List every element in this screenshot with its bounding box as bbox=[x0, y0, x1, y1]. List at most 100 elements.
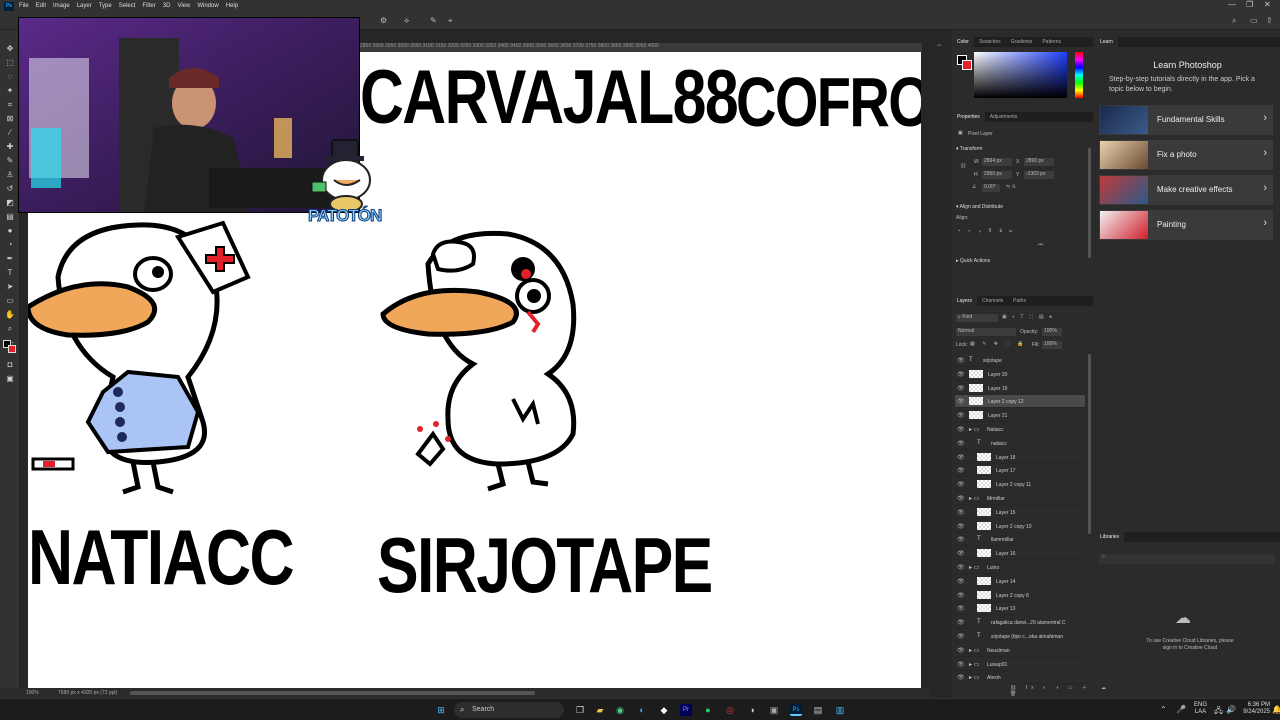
tray-chevron-icon[interactable]: ⌃ bbox=[1160, 705, 1167, 714]
maximize-button[interactable]: ❐ bbox=[1246, 0, 1253, 9]
visibility-eye-icon[interactable]: 👁 bbox=[957, 467, 965, 474]
fill-field[interactable]: 100% bbox=[1042, 341, 1062, 349]
app4-icon[interactable]: ▥ bbox=[834, 704, 846, 716]
brush-tool-icon[interactable]: ✎ bbox=[4, 156, 16, 166]
angle-field[interactable]: 0.00° bbox=[982, 184, 1000, 192]
opacity-field[interactable]: 100% bbox=[1042, 328, 1062, 336]
visibility-eye-icon[interactable]: 👁 bbox=[957, 661, 965, 668]
photoshop-taskbar-icon[interactable]: Ps bbox=[790, 704, 802, 716]
layer-row[interactable]: 👁 Trafagalica darwi...29 alamentral C bbox=[955, 616, 1085, 630]
visibility-eye-icon[interactable]: 👁 bbox=[957, 495, 965, 502]
healing-brush-tool-icon[interactable]: ✚ bbox=[4, 142, 16, 152]
tab-color[interactable]: Color bbox=[952, 37, 974, 47]
pen-tool-icon[interactable]: ✒ bbox=[4, 254, 16, 264]
eyedropper-tool-icon[interactable]: ⁄ bbox=[4, 128, 16, 138]
layer-row[interactable]: 👁 Layer 14 bbox=[955, 575, 1085, 588]
layer-row[interactable]: 👁 ▸ ▭ Alexin bbox=[955, 671, 1085, 685]
tab-swatches[interactable]: Swatches bbox=[974, 39, 1006, 45]
menu-layer[interactable]: Layer bbox=[77, 3, 92, 9]
file-explorer-icon[interactable]: ▰ bbox=[594, 704, 606, 716]
crop-tool-icon[interactable]: ⌗ bbox=[4, 100, 16, 110]
menu-window[interactable]: Window bbox=[197, 3, 218, 9]
layer-row[interactable]: 👁 ▸ ▭ Luisap91 bbox=[955, 658, 1085, 671]
layer-row[interactable]: 👁 Tnatiacc bbox=[955, 437, 1085, 450]
visibility-eye-icon[interactable]: 👁 bbox=[957, 509, 965, 516]
visibility-eye-icon[interactable]: 👁 bbox=[957, 550, 965, 557]
search-icon[interactable]: ⌕ bbox=[1232, 16, 1236, 26]
align-distribute-header[interactable]: ▾ Align and Distribute bbox=[956, 204, 1003, 210]
app-icon[interactable]: ◆ bbox=[658, 704, 670, 716]
quick-select-tool-icon[interactable]: ✦ bbox=[4, 86, 16, 96]
obs-icon[interactable]: ◎ bbox=[724, 704, 736, 716]
app3-icon[interactable]: ▤ bbox=[812, 704, 824, 716]
spotify-icon[interactable]: ● bbox=[702, 704, 714, 716]
steam-icon[interactable]: ◑ bbox=[746, 704, 758, 716]
hand-tool-icon[interactable]: ✋ bbox=[4, 310, 16, 320]
task-view-icon[interactable]: ❐ bbox=[574, 704, 586, 716]
chrome-icon[interactable]: ◉ bbox=[614, 704, 626, 716]
zoom-tool-icon[interactable]: ⌕ bbox=[4, 324, 16, 334]
x-field[interactable]: 2890 px bbox=[1024, 158, 1054, 166]
layer-filter-select[interactable]: ⌕ Kind bbox=[956, 314, 998, 322]
y-field[interactable]: -2303 px bbox=[1024, 171, 1054, 179]
color-background-swatch[interactable] bbox=[962, 60, 972, 70]
layer-row[interactable]: 👁 Layer 2 copy 11 bbox=[955, 478, 1085, 492]
document-size[interactable]: 7680 px x 4320 px (72 ppi) bbox=[58, 690, 117, 696]
edge-icon[interactable]: ◐ bbox=[636, 704, 648, 716]
learn-item-creative-effects[interactable]: Make creative effects › bbox=[1099, 175, 1273, 205]
learn-item-fix-a-photo[interactable]: Fix a photo › bbox=[1099, 140, 1273, 170]
menu-select[interactable]: Select bbox=[119, 3, 136, 9]
symmetry-icon[interactable]: ⟡ bbox=[404, 16, 409, 26]
height-field[interactable]: 2950 px bbox=[982, 171, 1012, 179]
layer-row[interactable]: 👁 Tsirjotape bbox=[955, 354, 1085, 367]
tab-properties[interactable]: Properties bbox=[952, 112, 985, 122]
taskbar-search-box[interactable]: ⌕ Search bbox=[454, 702, 564, 718]
folder-icon[interactable]: ▸ ▭ bbox=[969, 564, 979, 571]
layer-row[interactable]: 👁 Layer 20 bbox=[955, 368, 1085, 381]
screen-mode-icon[interactable]: ▣ bbox=[4, 374, 16, 384]
share-icon[interactable]: ⇪ bbox=[1266, 16, 1273, 25]
layer-row[interactable]: 👁 Layer 19 bbox=[955, 382, 1085, 395]
gear-icon[interactable]: ⚙ bbox=[380, 16, 387, 25]
minimize-button[interactable]: — bbox=[1228, 0, 1236, 9]
folder-icon[interactable]: ▸ ▭ bbox=[969, 426, 979, 433]
learn-item-fundamental-skills[interactable]: Fundamental Skills › bbox=[1099, 105, 1273, 135]
quick-mask-icon[interactable]: ◘ bbox=[4, 360, 16, 370]
clock[interactable]: 6:36 PM 9/24/2025 bbox=[1242, 702, 1270, 716]
visibility-eye-icon[interactable]: 👁 bbox=[957, 357, 965, 364]
frame-tool-icon[interactable]: ⊠ bbox=[4, 114, 16, 124]
visibility-eye-icon[interactable]: 👁 bbox=[957, 523, 965, 530]
eraser-tool-icon[interactable]: ◩ bbox=[4, 198, 16, 208]
folder-icon[interactable]: ▸ ▭ bbox=[969, 674, 979, 681]
background-color-swatch[interactable] bbox=[8, 345, 16, 353]
visibility-eye-icon[interactable]: 👁 bbox=[957, 371, 965, 378]
tab-libraries[interactable]: Libraries bbox=[1095, 532, 1125, 542]
pressure-icon[interactable]: ⌖ bbox=[448, 16, 453, 26]
visibility-eye-icon[interactable]: 👁 bbox=[957, 536, 965, 543]
menu-image[interactable]: Image bbox=[53, 3, 70, 9]
layer-row[interactable]: 👁 Layer 13 bbox=[955, 602, 1085, 616]
libraries-cloud-icon[interactable]: ☁ bbox=[1101, 685, 1106, 691]
layer-row[interactable]: 👁 ▸ ▭ Natiacc bbox=[955, 423, 1085, 436]
menu-filter[interactable]: Filter bbox=[142, 3, 155, 9]
tab-patterns[interactable]: Patterns bbox=[1037, 39, 1066, 45]
layer-row[interactable]: 👁 Tllamrmillar bbox=[955, 533, 1085, 547]
visibility-eye-icon[interactable]: 👁 bbox=[957, 633, 965, 640]
history-brush-tool-icon[interactable]: ↺ bbox=[4, 184, 16, 194]
layer-row[interactable]: 👁 Layer 2 copy 10 bbox=[955, 520, 1085, 533]
visibility-eye-icon[interactable]: 👁 bbox=[957, 440, 965, 447]
language-indicator[interactable]: ENG LAA bbox=[1194, 702, 1207, 716]
visibility-eye-icon[interactable]: 👁 bbox=[957, 578, 965, 585]
microphone-icon[interactable]: 🎤 bbox=[1176, 705, 1186, 714]
tab-adjustments[interactable]: Adjustments bbox=[985, 114, 1023, 120]
align-buttons-icon[interactable]: ⫞ ⫟ ⫠ ⫪ ⫫ ⫬ bbox=[958, 228, 1015, 234]
layer-row[interactable]: 👁 Layer 2 copy 8 bbox=[955, 589, 1085, 602]
layer-filter-icons[interactable]: ▣ ◐ T ⬚ ▤ ● bbox=[1002, 314, 1054, 320]
layer-row[interactable]: 👁 ▸ ▭ Luino bbox=[955, 561, 1085, 574]
type-tool-icon[interactable]: T bbox=[4, 268, 16, 278]
gradient-tool-icon[interactable]: ▤ bbox=[4, 212, 16, 222]
color-field[interactable] bbox=[974, 52, 1067, 98]
layer-row[interactable]: 👁 Tsirjotape (tipo c...eka almahiman bbox=[955, 630, 1085, 643]
folder-icon[interactable]: ▸ ▭ bbox=[969, 661, 979, 668]
shape-tool-icon[interactable]: ▭ bbox=[4, 296, 16, 306]
